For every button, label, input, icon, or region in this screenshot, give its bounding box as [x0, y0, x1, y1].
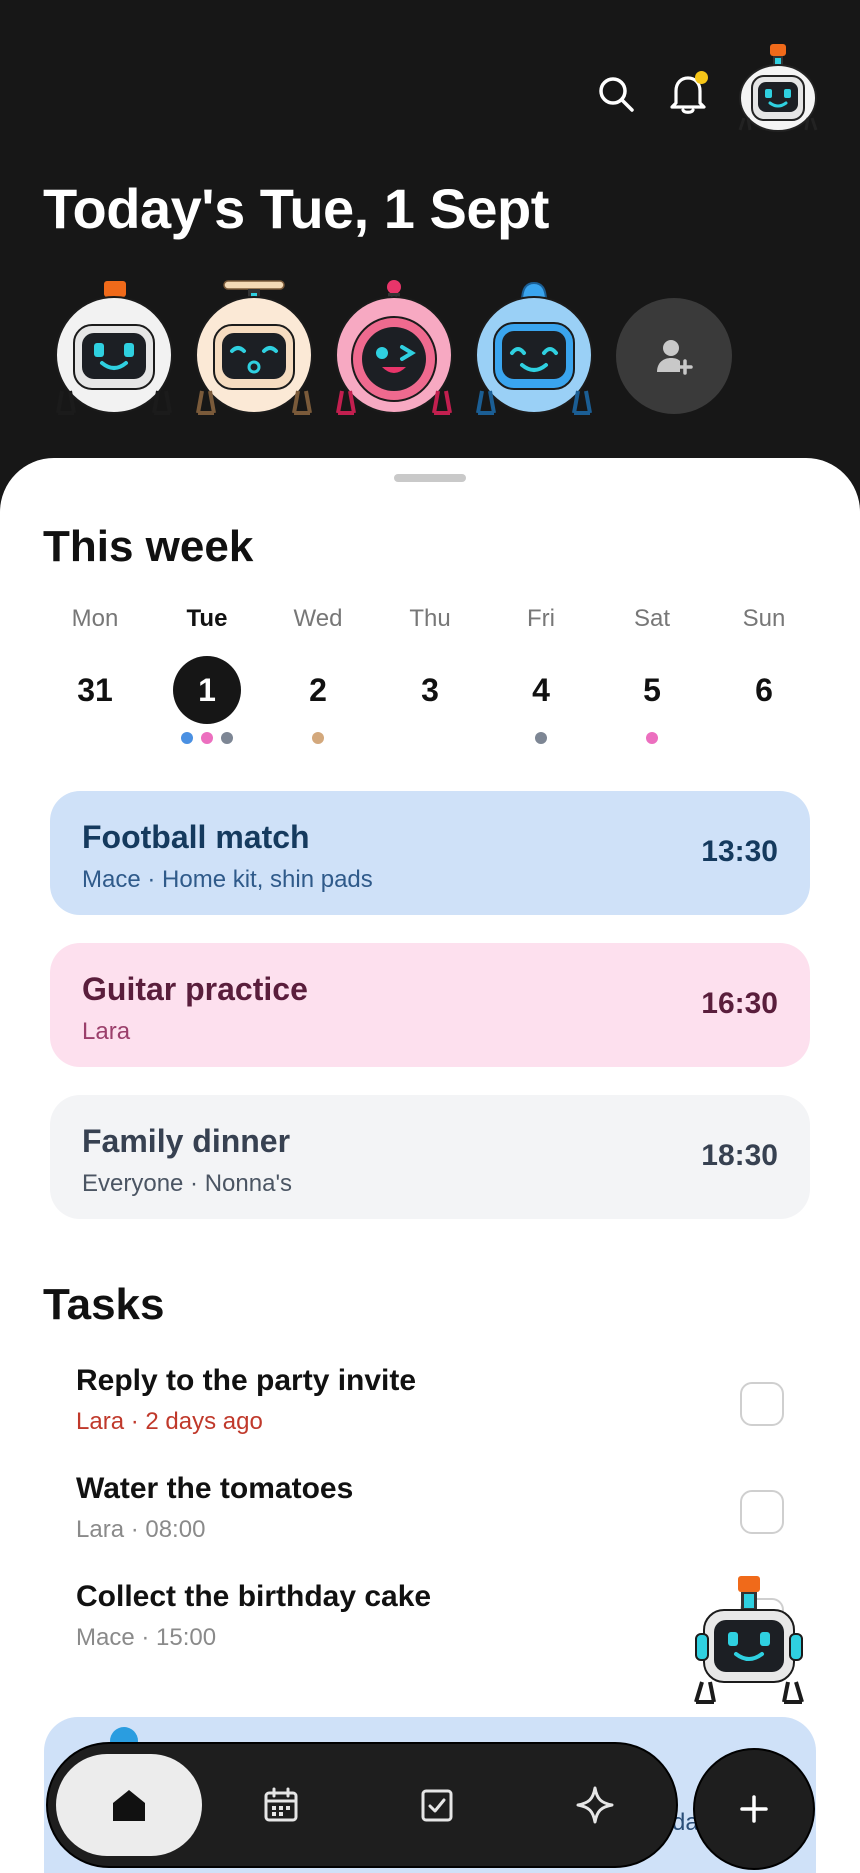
sparkle-icon — [576, 1786, 614, 1824]
notification-badge — [695, 71, 708, 84]
page-title: Today's Tue, 1 Sept — [43, 177, 549, 240]
member-avatar[interactable] — [194, 279, 314, 417]
event-dots — [268, 732, 368, 744]
member-avatar[interactable] — [54, 279, 174, 417]
event-dot — [312, 732, 324, 744]
task-meta: Lara · 2 days ago — [76, 1408, 263, 1435]
day-column[interactable]: Wed 2 — [268, 604, 368, 744]
event-title: Football match — [82, 819, 310, 855]
home-icon — [113, 1790, 145, 1821]
checkbox-icon — [421, 1789, 453, 1822]
profile-avatar[interactable] — [736, 42, 820, 134]
tasks-title: Tasks — [43, 1280, 165, 1329]
event-card[interactable]: Football match Mace · Home kit, shin pad… — [50, 791, 810, 915]
day-name: Tue — [186, 605, 228, 632]
day-name: Sat — [633, 605, 671, 632]
day-name: Mon — [71, 605, 119, 632]
nav-calendar[interactable] — [226, 1744, 336, 1866]
day-number: 4 — [532, 672, 550, 708]
plus-icon — [740, 1795, 768, 1823]
day-number: 3 — [421, 672, 439, 708]
header: Today's Tue, 1 Sept — [0, 0, 860, 480]
calendar-icon — [264, 1787, 298, 1822]
event-time: 13:30 — [701, 835, 778, 868]
task-meta: Mace · 15:00 — [76, 1624, 217, 1651]
day-column[interactable]: Sun 6 — [714, 604, 814, 744]
day-number: 31 — [77, 672, 113, 708]
task-meta: Lara · 08:00 — [76, 1516, 206, 1543]
add-person-icon — [657, 340, 693, 375]
event-title: Guitar practice — [82, 971, 308, 1007]
day-name: Thu — [409, 605, 451, 632]
add-member-button[interactable] — [616, 298, 732, 414]
event-dots — [157, 732, 257, 744]
day-name: Fri — [527, 605, 555, 632]
notifications-button[interactable] — [664, 68, 712, 118]
event-dot — [181, 732, 193, 744]
day-column-selected[interactable]: Tue 1 — [157, 604, 257, 744]
day-number: 5 — [643, 672, 661, 708]
event-dot — [201, 732, 213, 744]
event-dots — [380, 732, 480, 744]
day-column[interactable]: Mon 31 — [45, 604, 145, 744]
event-dot — [221, 732, 233, 744]
event-dots — [45, 732, 145, 744]
day-column[interactable]: Thu 3 — [380, 604, 480, 744]
search-icon — [599, 77, 634, 112]
event-time: 18:30 — [701, 1139, 778, 1172]
day-number: 6 — [755, 672, 773, 708]
nav-home[interactable] — [56, 1754, 202, 1856]
event-title: Family dinner — [82, 1123, 291, 1159]
task-item[interactable]: Water the tomatoes Lara · 08:00 — [76, 1472, 796, 1562]
event-dot — [646, 732, 658, 744]
bottom-nav — [46, 1742, 678, 1868]
task-checkbox[interactable] — [740, 1382, 784, 1426]
nav-tasks[interactable] — [382, 1744, 492, 1866]
event-subtitle: Mace · Home kit, shin pads — [82, 866, 373, 893]
task-title: Collect the birthday cake — [76, 1580, 432, 1613]
week-title: This week — [43, 522, 254, 571]
day-number: 2 — [309, 672, 327, 708]
day-column[interactable]: Sat 5 — [602, 604, 702, 744]
day-column[interactable]: Fri 4 — [491, 604, 591, 744]
event-time: 16:30 — [701, 987, 778, 1020]
task-checkbox[interactable] — [740, 1490, 784, 1534]
day-number: 1 — [173, 656, 241, 724]
task-title: Water the tomatoes — [76, 1472, 354, 1505]
event-dot — [535, 732, 547, 744]
member-avatar[interactable] — [334, 279, 454, 417]
member-avatar[interactable] — [474, 279, 594, 417]
task-item[interactable]: Collect the birthday cake Mace · 15:00 — [76, 1580, 796, 1670]
task-title: Reply to the party invite — [76, 1364, 417, 1397]
sheet-drag-handle[interactable] — [394, 474, 466, 482]
task-item[interactable]: Reply to the party invite Lara · 2 days … — [76, 1364, 796, 1454]
event-subtitle: Lara — [82, 1018, 131, 1045]
event-subtitle: Everyone · Nonna's — [82, 1170, 293, 1197]
add-button[interactable] — [693, 1748, 815, 1870]
assistant-robot[interactable] — [690, 1576, 808, 1706]
event-card[interactable]: Guitar practice Lara 16:30 — [50, 943, 810, 1067]
day-name: Wed — [293, 605, 343, 632]
event-dots — [491, 732, 591, 744]
event-card[interactable]: Family dinner Everyone · Nonna's 18:30 — [50, 1095, 810, 1219]
nav-assistant[interactable] — [540, 1744, 650, 1866]
day-name: Sun — [742, 605, 786, 632]
event-dots — [602, 732, 702, 744]
search-button[interactable] — [592, 70, 640, 118]
event-dots — [714, 732, 814, 744]
